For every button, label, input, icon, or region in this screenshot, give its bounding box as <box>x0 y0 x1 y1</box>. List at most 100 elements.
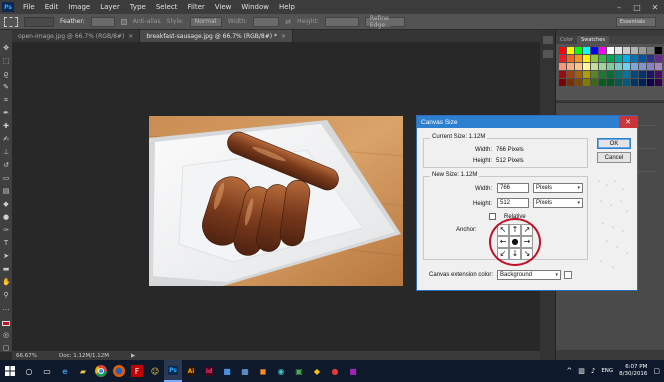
menu-layer[interactable]: Layer <box>95 3 125 11</box>
filezilla-icon[interactable]: F <box>131 365 143 377</box>
clone-stamp-icon[interactable]: ⊥ <box>2 148 10 156</box>
color-swatch[interactable] <box>647 63 654 70</box>
color-swatch[interactable] <box>655 79 662 86</box>
tab-open-image[interactable]: open-image.jpg @ 66.7% (RGB/8#) ✕ <box>12 30 141 42</box>
color-swatch[interactable] <box>607 55 614 62</box>
color-swatch[interactable] <box>583 71 590 78</box>
width-unit-select[interactable]: Pixels ▾ <box>533 183 583 193</box>
task-view-icon[interactable]: ▭ <box>38 360 56 382</box>
color-swatch[interactable] <box>599 79 606 86</box>
color-swatch[interactable] <box>615 63 622 70</box>
language-indicator[interactable]: ENG <box>601 368 613 374</box>
color-swatch[interactable] <box>599 63 606 70</box>
shape-icon[interactable]: ▬ <box>2 265 10 273</box>
color-swatch[interactable] <box>615 55 622 62</box>
workspace-select[interactable]: Essentials <box>616 17 656 27</box>
more-tools-icon[interactable]: … <box>2 304 10 312</box>
notifications-icon[interactable]: ▢ <box>653 367 660 375</box>
type-icon[interactable]: T <box>2 239 10 247</box>
color-swatch[interactable] <box>591 79 598 86</box>
anti-alias-checkbox[interactable] <box>120 18 127 25</box>
color-swatch[interactable] <box>591 47 598 54</box>
pen-icon[interactable]: ✑ <box>2 226 10 234</box>
teal-app-icon[interactable]: ◉ <box>272 360 290 382</box>
close-tab-icon[interactable]: ✕ <box>128 33 133 40</box>
relative-checkbox[interactable] <box>489 213 496 220</box>
network-icon[interactable]: ▥ <box>578 367 585 375</box>
cancel-button[interactable]: Cancel <box>597 152 631 163</box>
color-swatch[interactable] <box>655 55 662 62</box>
color-swatch[interactable] <box>567 55 574 62</box>
foreground-color-swatch[interactable] <box>2 321 10 326</box>
color-swatch[interactable] <box>615 71 622 78</box>
menu-window[interactable]: Window <box>236 3 274 11</box>
selection-mode-buttons[interactable] <box>24 16 54 27</box>
color-swatch[interactable] <box>575 47 582 54</box>
lasso-icon[interactable]: ϱ <box>2 70 10 78</box>
blur-icon[interactable]: ◆ <box>2 200 10 208</box>
screen-mode-icon[interactable]: ▢ <box>2 344 10 352</box>
start-button[interactable] <box>0 360 20 382</box>
color-swatch[interactable] <box>639 79 646 86</box>
yellow-app-icon[interactable]: ◆ <box>308 360 326 382</box>
menu-type[interactable]: Type <box>125 3 151 11</box>
gradient-icon[interactable]: ▤ <box>2 187 10 195</box>
marquee-tool-icon[interactable] <box>4 16 18 27</box>
status-menu-arrow-icon[interactable]: ▶ <box>131 353 135 359</box>
color-swatch[interactable] <box>631 71 638 78</box>
close-icon[interactable]: ✕ <box>619 116 637 128</box>
smiley-app-icon[interactable]: ☺ <box>146 360 164 382</box>
properties-panel-icon[interactable] <box>542 50 553 58</box>
volume-icon[interactable]: ♪ <box>591 367 595 375</box>
color-swatch[interactable] <box>583 55 590 62</box>
blue-app-icon[interactable]: ■ <box>218 360 236 382</box>
healing-brush-icon[interactable]: ✚ <box>2 122 10 130</box>
extension-color-swatch[interactable] <box>564 271 572 279</box>
path-select-icon[interactable]: ➤ <box>2 252 10 260</box>
refine-edge-button[interactable]: Refine Edge... <box>364 15 405 29</box>
hand-icon[interactable]: ✋ <box>2 278 11 286</box>
color-swatch[interactable] <box>607 63 614 70</box>
menu-filter[interactable]: Filter <box>182 3 209 11</box>
color-swatch[interactable] <box>575 55 582 62</box>
color-swatch[interactable] <box>591 71 598 78</box>
quick-mask-icon[interactable]: ◎ <box>2 331 10 339</box>
crop-icon[interactable]: ⌗ <box>2 96 10 104</box>
color-swatch[interactable] <box>599 47 606 54</box>
color-swatch[interactable] <box>655 47 662 54</box>
color-swatch[interactable] <box>631 79 638 86</box>
color-swatch[interactable] <box>623 79 630 86</box>
orange-app-icon[interactable]: ◼ <box>254 360 272 382</box>
height-input[interactable] <box>324 16 359 27</box>
history-panel-icon[interactable] <box>542 36 553 44</box>
color-swatch[interactable] <box>559 79 566 86</box>
color-swatch[interactable] <box>575 71 582 78</box>
menu-view[interactable]: View <box>210 3 237 11</box>
eraser-icon[interactable]: ▭ <box>2 174 10 182</box>
color-swatch[interactable] <box>655 71 662 78</box>
move-tool-icon[interactable]: ✥ <box>2 44 10 52</box>
menu-select[interactable]: Select <box>151 3 183 11</box>
color-swatch[interactable] <box>567 63 574 70</box>
purple-app-icon[interactable]: ■ <box>344 360 362 382</box>
color-swatch[interactable] <box>631 47 638 54</box>
color-swatch[interactable] <box>639 71 646 78</box>
color-swatch[interactable] <box>647 79 654 86</box>
search-icon[interactable]: ○ <box>20 360 38 382</box>
color-swatch[interactable] <box>639 63 646 70</box>
menu-file[interactable]: File <box>18 3 40 11</box>
grid-app-icon[interactable]: ▦ <box>236 360 254 382</box>
color-swatch[interactable] <box>591 63 598 70</box>
color-swatch[interactable] <box>647 71 654 78</box>
color-swatch[interactable] <box>599 71 606 78</box>
menu-help[interactable]: Help <box>274 3 300 11</box>
photoshop-taskbar-icon[interactable]: Ps <box>164 360 182 382</box>
minimize-icon[interactable]: – <box>610 0 628 14</box>
close-icon[interactable]: ✕ <box>646 0 664 14</box>
zoom-icon[interactable]: ⚲ <box>2 291 10 299</box>
color-swatch[interactable] <box>599 55 606 62</box>
tab-color[interactable]: Color <box>556 36 577 44</box>
color-swatch[interactable] <box>623 71 630 78</box>
chrome-icon[interactable] <box>92 360 110 382</box>
maximize-icon[interactable]: □ <box>628 0 646 14</box>
